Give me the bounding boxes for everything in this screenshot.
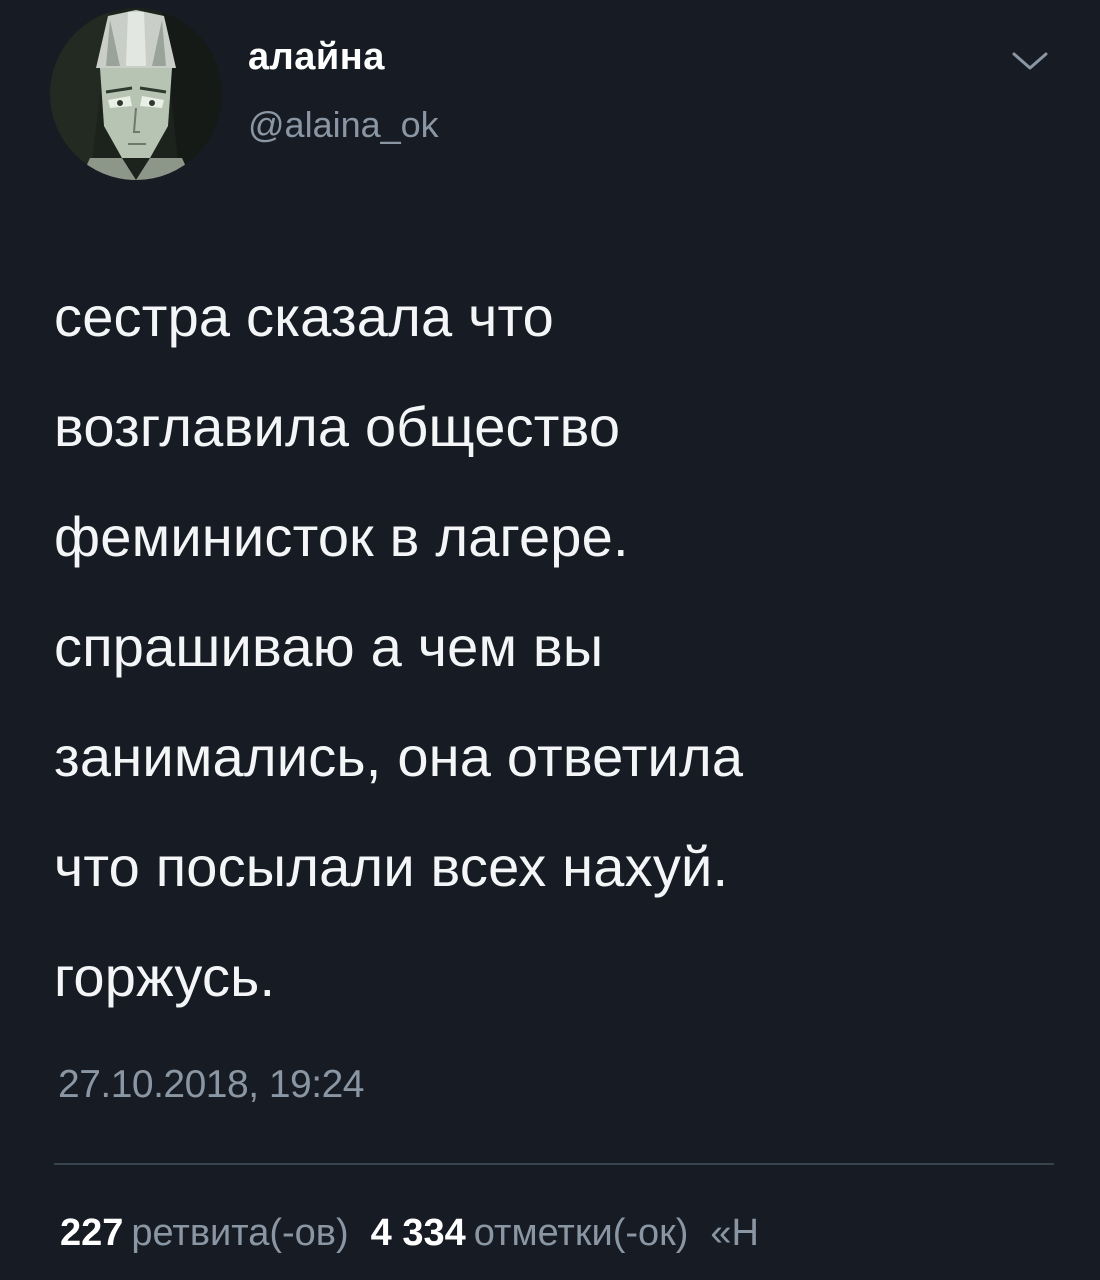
stats-trailing-text: «Н xyxy=(710,1212,759,1254)
tweet-text-line: возглавила общество xyxy=(54,395,621,458)
tweet-timestamp[interactable]: 27.10.2018, 19:24 xyxy=(58,1063,364,1107)
tweet-text-line: сестра сказала что xyxy=(54,285,555,348)
tweet-text-line: спрашиваю а чем вы xyxy=(54,615,604,678)
chevron-down-icon[interactable] xyxy=(1008,46,1052,76)
cartoon-character-avatar-icon xyxy=(50,8,222,180)
user-handle[interactable]: @alaina_ok xyxy=(248,104,439,146)
retweets-label: ретвита(-ов) xyxy=(131,1212,349,1254)
tweet-card: алайна @alaina_ok сестра сказала что воз… xyxy=(0,0,1100,1280)
retweets-count: 227 xyxy=(60,1212,124,1254)
retweets-stat[interactable]: 227 ретвита(-ов) xyxy=(60,1212,349,1254)
display-name[interactable]: алайна xyxy=(248,36,385,79)
likes-count: 4 334 xyxy=(370,1212,466,1254)
tweet-text-line: что посылали всех нахуй. xyxy=(54,835,729,898)
tweet-text-line: феминисток в лагере. xyxy=(54,505,629,568)
tweet-text-line: занимались, она ответила xyxy=(54,725,744,788)
tweet-stats: 227 ретвита(-ов) 4 334 отметки(-ок) «Н xyxy=(60,1212,759,1255)
divider xyxy=(54,1163,1054,1165)
avatar[interactable] xyxy=(50,8,222,180)
likes-stat[interactable]: 4 334 отметки(-ок) xyxy=(371,1212,689,1254)
tweet-text-line: горжусь. xyxy=(54,945,276,1008)
tweet-text: сестра сказала что возглавила общество ф… xyxy=(54,262,1074,1032)
likes-label: отметки(-ок) xyxy=(473,1212,689,1254)
